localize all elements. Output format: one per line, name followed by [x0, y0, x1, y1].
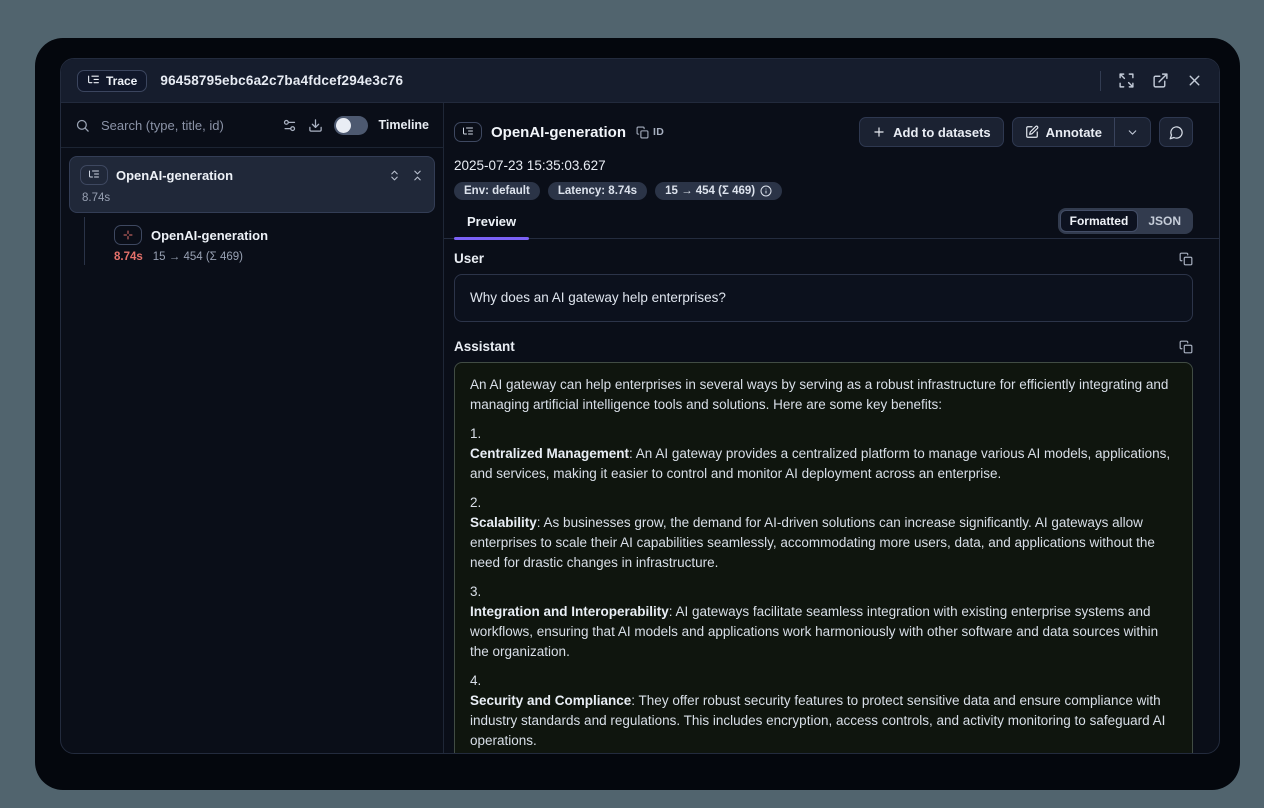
tab-preview-label: Preview — [467, 214, 516, 229]
tree-root-title: OpenAI-generation — [116, 168, 233, 183]
annotate-button-group: Annotate — [1012, 117, 1151, 147]
generation-type-badge — [454, 122, 482, 142]
active-tab-underline — [454, 237, 529, 240]
edit-pencil-icon — [1025, 125, 1039, 139]
comments-button[interactable] — [1159, 117, 1193, 147]
timestamp: 2025-07-23 15:35:03.627 — [454, 158, 1193, 173]
tree-child-tokens: 15 → 454 (Σ 469) — [153, 251, 243, 263]
expand-all-icon[interactable] — [388, 169, 401, 182]
latency-badge: Latency: 8.74s — [548, 182, 647, 200]
tree-child-duration: 8.74s — [114, 251, 143, 263]
search-input[interactable] — [101, 118, 271, 133]
assistant-item: 3.Integration and Interoperability: AI g… — [470, 582, 1177, 662]
trace-node-badge — [80, 165, 108, 185]
trace-badge-label: Trace — [106, 74, 137, 88]
timeline-toggle-label: Timeline — [379, 118, 429, 132]
env-badge: Env: default — [454, 182, 540, 200]
trace-topbar: Trace 96458795ebc6a2c7ba4fdcef294e3c76 — [61, 59, 1219, 103]
page-title: OpenAI-generation — [491, 124, 626, 141]
open-external-icon[interactable] — [1152, 72, 1169, 89]
io-preview-scroll[interactable]: User Why does an AI gateway help enterpr… — [444, 239, 1219, 753]
trace-id: 96458795ebc6a2c7ba4fdcef294e3c76 — [160, 73, 403, 88]
annotate-label: Annotate — [1046, 125, 1102, 140]
add-to-datasets-label: Add to datasets — [893, 125, 991, 140]
id-label: ID — [653, 126, 664, 138]
info-icon — [760, 185, 772, 197]
tree-child-title: OpenAI-generation — [151, 228, 268, 243]
list-tree-icon — [87, 74, 100, 87]
annotate-button[interactable]: Annotate — [1013, 118, 1114, 146]
user-message-label: User — [454, 251, 484, 266]
format-toggle-json[interactable]: JSON — [1138, 210, 1191, 232]
observation-detail: OpenAI-generation ID Add to datasets — [444, 103, 1219, 753]
env-badge-label: Env: default — [464, 185, 530, 197]
app-window: Trace 96458795ebc6a2c7ba4fdcef294e3c76 — [35, 38, 1240, 790]
close-icon[interactable] — [1186, 72, 1203, 89]
assistant-item: 1.Centralized Management: An AI gateway … — [470, 424, 1177, 484]
generation-icon — [122, 229, 134, 241]
detail-tabs: Preview Formatted JSON — [444, 210, 1219, 239]
add-to-datasets-button[interactable]: Add to datasets — [859, 117, 1004, 147]
copy-user-icon[interactable] — [1179, 252, 1193, 266]
tab-preview[interactable]: Preview — [454, 214, 529, 238]
user-message-content: Why does an AI gateway help enterprises? — [470, 290, 726, 305]
assistant-item: 2.Scalability: As businesses grow, the d… — [470, 493, 1177, 573]
trace-type-badge: Trace — [77, 70, 147, 92]
tree-item-trace-root[interactable]: OpenAI-generation 8.74s — [69, 156, 435, 213]
tree-root-duration: 8.74s — [82, 192, 424, 204]
comment-bubble-icon — [1169, 125, 1184, 140]
search-icon — [75, 118, 90, 133]
assistant-message-box: An AI gateway can help enterprises in se… — [454, 362, 1193, 753]
token-usage-label: 15 → 454 (Σ 469) — [665, 185, 755, 197]
download-icon[interactable] — [308, 118, 323, 133]
copy-assistant-icon[interactable] — [1179, 340, 1193, 354]
format-toggle: Formatted JSON — [1058, 208, 1193, 234]
copy-id-icon[interactable] — [636, 126, 649, 139]
tree-indent-guide — [84, 217, 85, 265]
plus-icon — [872, 125, 886, 139]
timeline-toggle[interactable] — [334, 116, 368, 135]
trace-tree: OpenAI-generation 8.74s — [61, 148, 443, 271]
list-tree-icon — [88, 169, 100, 181]
list-tree-icon — [462, 126, 474, 138]
assistant-content: 1.Centralized Management: An AI gateway … — [470, 424, 1177, 753]
annotate-dropdown-chevron[interactable] — [1115, 118, 1150, 146]
format-toggle-formatted[interactable]: Formatted — [1060, 210, 1139, 232]
tree-item-generation[interactable]: OpenAI-generation 8.74s 15 → 454 (Σ 469) — [69, 225, 435, 263]
user-message-box: Why does an AI gateway help enterprises? — [454, 274, 1193, 322]
assistant-message-label: Assistant — [454, 339, 515, 354]
trace-tree-sidebar: Timeline OpenAI-generation — [61, 103, 444, 753]
token-usage-badge[interactable]: 15 → 454 (Σ 469) — [655, 182, 782, 200]
expand-fullscreen-icon[interactable] — [1118, 72, 1135, 89]
filter-settings-icon[interactable] — [282, 118, 297, 133]
collapse-all-icon[interactable] — [411, 169, 424, 182]
trace-peek-panel: Trace 96458795ebc6a2c7ba4fdcef294e3c76 — [60, 58, 1220, 754]
generation-node-badge — [114, 225, 142, 245]
latency-badge-label: Latency: 8.74s — [558, 185, 637, 197]
topbar-divider — [1100, 71, 1101, 91]
assistant-item: 4.Security and Compliance: They offer ro… — [470, 671, 1177, 751]
assistant-intro: An AI gateway can help enterprises in se… — [470, 375, 1177, 415]
meta-badges: Env: default Latency: 8.74s 15 → 454 (Σ … — [454, 182, 1193, 200]
